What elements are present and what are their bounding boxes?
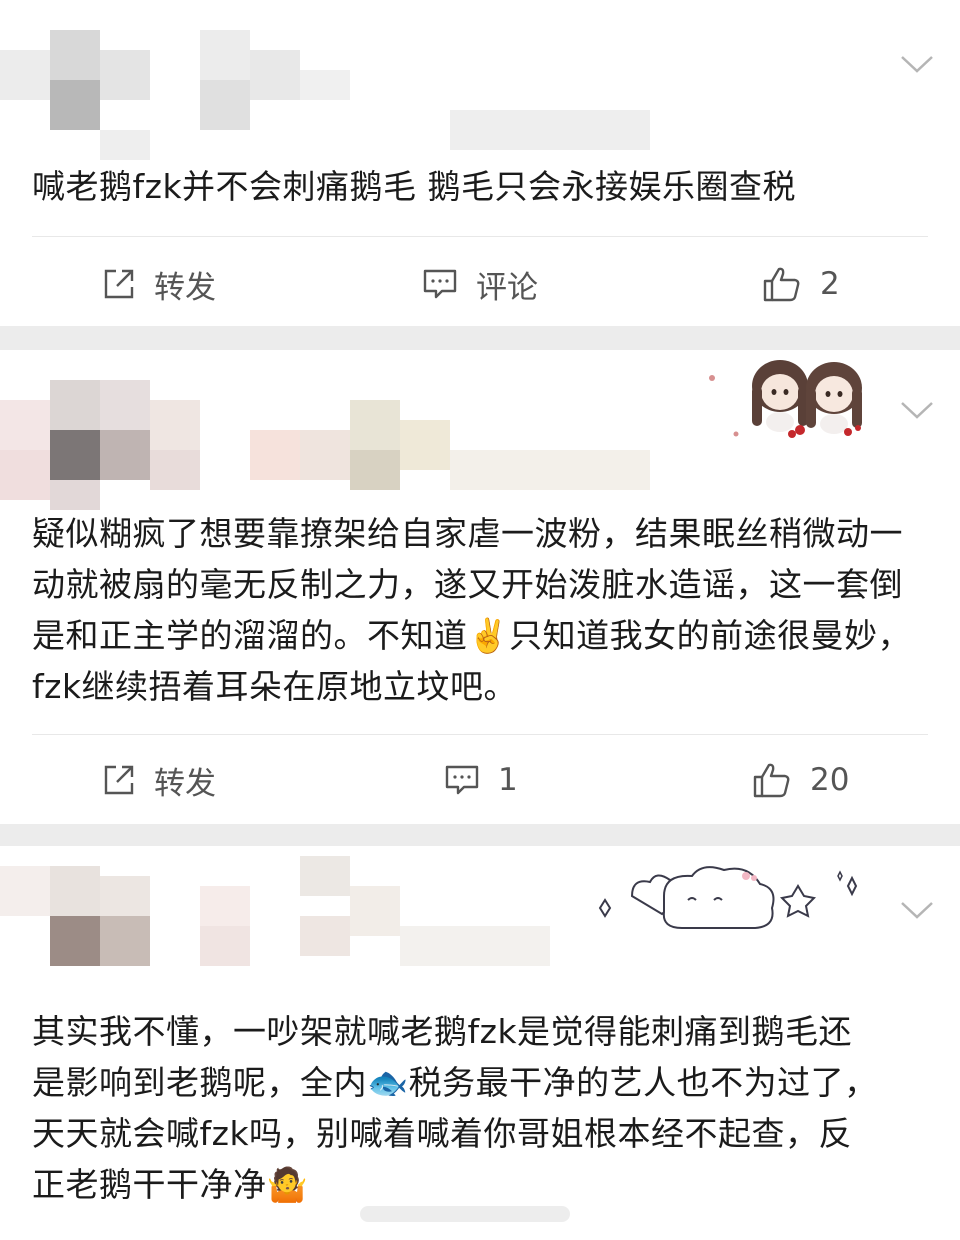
post-content: 其实我不懂，一吵架就喊老鹅fzk是觉得能刺痛到鹅毛还 是影响到老鹅呢，全内🐟税务… [32, 1006, 920, 1210]
post-card: 其实我不懂，一吵架就喊老鹅fzk是觉得能刺痛到鹅毛还 是影响到老鹅呢，全内🐟税务… [0, 846, 960, 1240]
like-count: 2 [820, 266, 840, 302]
avatar-decoration-chibi-girls [700, 350, 890, 445]
comment-label: 评论 [476, 269, 538, 306]
watermark [360, 1202, 590, 1226]
divider [32, 236, 928, 237]
blurred-user-info [0, 856, 600, 976]
blurred-user-info [0, 370, 700, 520]
comment-button[interactable]: 1 [444, 750, 518, 810]
thumbs-up-icon [763, 267, 800, 302]
repost-button[interactable]: 转发 [102, 254, 216, 314]
repost-button[interactable]: 转发 [102, 750, 216, 810]
repost-icon [104, 765, 134, 795]
like-button[interactable]: 2 [762, 254, 840, 314]
post-content-line: 其实我不懂，一吵架就喊老鹅fzk是觉得能刺痛到鹅毛还 [32, 1012, 853, 1051]
repost-label: 转发 [154, 765, 216, 802]
post-content-line: 是影响到老鹅呢，全内🐟税务最干净的艺人也不为过了， [32, 1063, 878, 1102]
action-bar: 转发 1 20 [0, 750, 960, 810]
comment-button[interactable]: 评论 [422, 254, 538, 314]
blurred-user-info [0, 30, 660, 160]
post-card: 疑似糊疯了想要靠撩架给自家虐一波粉，结果眠丝稍微动一动就被扇的毫无反制之力，遂又… [0, 350, 960, 824]
post-card: 喊老鹅fzk并不会刺痛鹅毛 鹅毛只会永接娱乐圈查税 转发 评论 2 [0, 0, 960, 326]
more-options-chevron-down-icon[interactable] [900, 54, 934, 74]
post-content: 喊老鹅fzk并不会刺痛鹅毛 鹅毛只会永接娱乐圈查税 [32, 167, 797, 206]
more-options-chevron-down-icon[interactable] [900, 400, 934, 420]
like-count: 20 [810, 762, 850, 798]
comment-count: 1 [498, 762, 518, 798]
thumbs-up-icon [753, 763, 790, 798]
action-bar: 转发 评论 2 [0, 254, 960, 314]
avatar-decoration-cloud-cat [592, 856, 872, 946]
post-content: 疑似糊疯了想要靠撩架给自家虐一波粉，结果眠丝稍微动一动就被扇的毫无反制之力，遂又… [32, 514, 912, 706]
like-button[interactable]: 20 [752, 750, 849, 810]
more-options-chevron-down-icon[interactable] [900, 900, 934, 920]
post-content-line: 天天就会喊fzk吗，别喊着喊着你哥姐根本经不起查，反 [32, 1114, 853, 1153]
repost-label: 转发 [154, 269, 216, 306]
repost-icon [104, 269, 134, 299]
comment-icon [423, 269, 457, 299]
divider [32, 734, 928, 735]
comment-icon [445, 765, 479, 795]
